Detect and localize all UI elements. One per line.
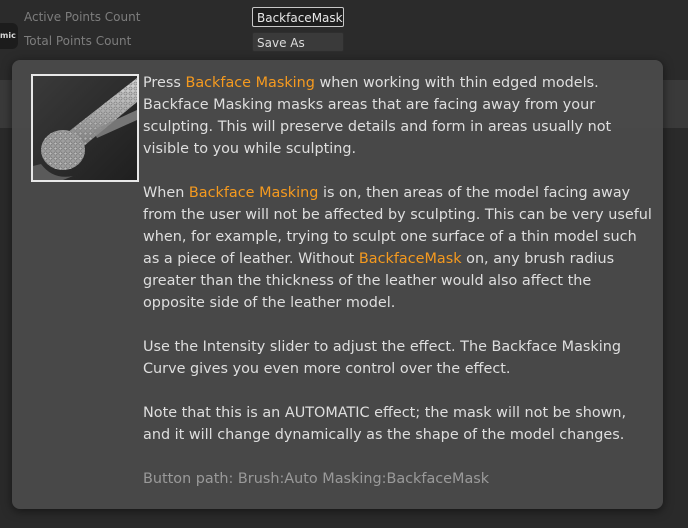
total-points-count-label: Total Points Count [24,34,132,48]
tooltip-paragraph-2: When Backface Masking is on, then areas … [143,182,653,314]
highlight-term: Backface Masking [185,75,315,91]
palette-panel [0,0,688,60]
tooltip-paragraph-3: Use the Intensity slider to adjust the e… [143,339,621,377]
button-path: Button path: Brush:Auto Masking:Backface… [143,471,490,487]
highlight-term: BackfaceMask [358,251,462,267]
save-as-button[interactable]: Save As [252,32,344,52]
side-tab[interactable]: mic [0,23,18,49]
sculpt-preview-icon [33,76,137,180]
highlight-term: Backface Masking [188,185,319,201]
tooltip-preview-image [31,74,139,182]
tooltip-paragraph-1: Press Backface Masking when working with… [143,72,653,160]
text-run: Press [143,75,186,91]
tooltip-paragraph-4: Note that this is an AUTOMATIC effect; t… [143,405,627,443]
backface-mask-tooltip: Press Backface Masking when working with… [12,60,663,509]
active-points-count-label: Active Points Count [24,10,141,24]
text-run: When [143,185,189,201]
tooltip-text: Press Backface Masking when working with… [143,72,653,512]
backfacemask-button[interactable]: BackfaceMask [252,7,344,27]
